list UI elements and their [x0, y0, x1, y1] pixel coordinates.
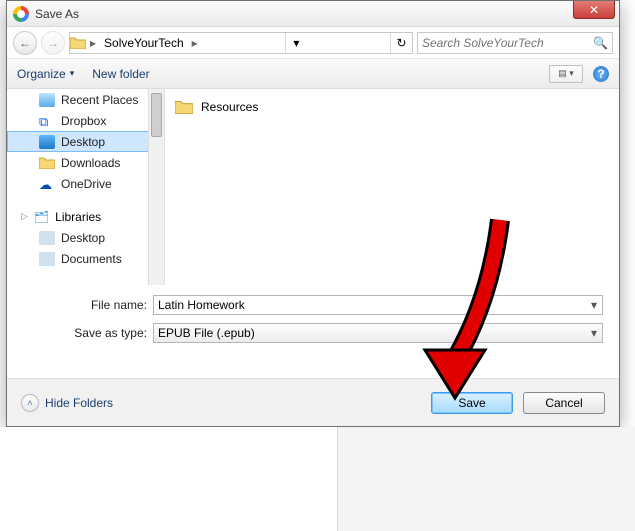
back-button[interactable]: ← [13, 31, 37, 55]
filename-value: Latin Homework [158, 298, 245, 312]
libraries-icon: 🗂 [34, 210, 49, 224]
background-right [338, 427, 635, 531]
chevron-down-icon: ▾ [70, 68, 75, 79]
nav-row: ← → ▸ SolveYourTech ▸ ▾ ↻ 🔍 [7, 27, 619, 59]
expand-icon: ▷ [21, 211, 28, 222]
chevron-down-icon[interactable]: ▾ [586, 324, 602, 342]
hide-folders-label: Hide Folders [45, 396, 113, 410]
cancel-button[interactable]: Cancel [523, 392, 605, 414]
sidebar-item-recent-places[interactable]: Recent Places [7, 89, 164, 110]
sidebar-item-label: Documents [61, 252, 122, 266]
recent-icon [39, 93, 55, 107]
sidebar-item-desktop[interactable]: Desktop [7, 131, 164, 152]
dropbox-icon: ⧉ [39, 114, 55, 128]
footer: ˄ Hide Folders Save Cancel [7, 378, 619, 426]
library-icon [39, 231, 55, 245]
save-as-dialog: Save As ✕ ← → ▸ SolveYourTech ▸ ▾ ↻ 🔍 Or… [6, 0, 620, 427]
refresh-button[interactable]: ↻ [390, 33, 412, 53]
sidebar-item-label: Recent Places [61, 93, 138, 107]
file-list[interactable]: Resources [165, 89, 619, 285]
breadcrumb-sep: ▸ [188, 36, 202, 50]
view-icon: ▤ ▾ [558, 68, 574, 79]
hide-folders-button[interactable]: ˄ Hide Folders [21, 394, 113, 412]
fields: File name: Latin Homework ▾ Save as type… [7, 285, 619, 343]
filename-label: File name: [69, 298, 147, 312]
filename-input[interactable]: Latin Homework ▾ [153, 295, 603, 315]
background-panel [0, 427, 635, 531]
folder-icon [175, 99, 193, 114]
libraries-label: Libraries [55, 210, 101, 224]
sidebar-libraries-header[interactable]: ▷ 🗂 Libraries [7, 206, 164, 227]
sidebar-item-label: Desktop [61, 135, 105, 149]
breadcrumb-folder[interactable]: SolveYourTech [100, 34, 188, 52]
savetype-select[interactable]: EPUB File (.epub) ▾ [153, 323, 603, 343]
sidebar-lib-desktop[interactable]: Desktop [7, 227, 164, 248]
new-folder-button[interactable]: New folder [92, 67, 149, 81]
chrome-icon [13, 6, 29, 22]
sidebar-item-dropbox[interactable]: ⧉ Dropbox [7, 110, 164, 131]
sidebar-scrollbar[interactable] [148, 89, 164, 285]
close-button[interactable]: ✕ [573, 1, 615, 19]
folder-icon [70, 36, 86, 49]
sidebar-item-onedrive[interactable]: ☁ OneDrive [7, 173, 164, 194]
titlebar[interactable]: Save As ✕ [7, 1, 619, 27]
search-icon: 🔍 [593, 36, 608, 50]
address-bar[interactable]: ▸ SolveYourTech ▸ ▾ ↻ [69, 32, 413, 54]
breadcrumb-sep: ▸ [86, 36, 100, 50]
forward-button[interactable]: → [41, 31, 65, 55]
help-icon: ? [597, 67, 604, 81]
sidebar-item-label: Dropbox [61, 114, 106, 128]
savetype-label: Save as type: [69, 326, 147, 340]
onedrive-icon: ☁ [39, 177, 55, 191]
sidebar-item-label: Desktop [61, 231, 105, 245]
view-options-button[interactable]: ▤ ▾ [549, 65, 583, 83]
refresh-icon: ↻ [396, 36, 406, 50]
scrollbar-thumb[interactable] [151, 93, 162, 137]
sidebar-lib-documents[interactable]: Documents [7, 248, 164, 269]
sidebar-item-label: Downloads [61, 156, 120, 170]
search-input[interactable] [422, 36, 593, 50]
library-icon [39, 252, 55, 266]
back-icon: ← [19, 36, 31, 50]
downloads-icon [39, 156, 55, 170]
dialog-body: Recent Places ⧉ Dropbox Desktop Download… [7, 89, 619, 285]
chevron-up-icon: ˄ [21, 394, 39, 412]
close-icon: ✕ [589, 3, 599, 17]
address-dropdown[interactable]: ▾ [285, 33, 307, 53]
savetype-value: EPUB File (.epub) [158, 326, 255, 340]
list-item[interactable]: Resources [175, 99, 609, 114]
chevron-down-icon: ▾ [293, 36, 299, 50]
sidebar: Recent Places ⧉ Dropbox Desktop Download… [7, 89, 165, 285]
toolbar: Organize ▾ New folder ▤ ▾ ? [7, 59, 619, 89]
chevron-down-icon[interactable]: ▾ [586, 296, 602, 314]
background-left [0, 427, 338, 531]
desktop-icon [39, 135, 55, 149]
list-item-label: Resources [201, 100, 258, 114]
sidebar-item-downloads[interactable]: Downloads [7, 152, 164, 173]
search-box[interactable]: 🔍 [417, 32, 613, 54]
organize-menu[interactable]: Organize ▾ [17, 67, 74, 81]
save-button[interactable]: Save [431, 392, 513, 414]
organize-label: Organize [17, 67, 66, 81]
help-button[interactable]: ? [593, 66, 609, 82]
forward-icon: → [47, 36, 59, 50]
sidebar-item-label: OneDrive [61, 177, 112, 191]
window-title: Save As [35, 7, 79, 21]
